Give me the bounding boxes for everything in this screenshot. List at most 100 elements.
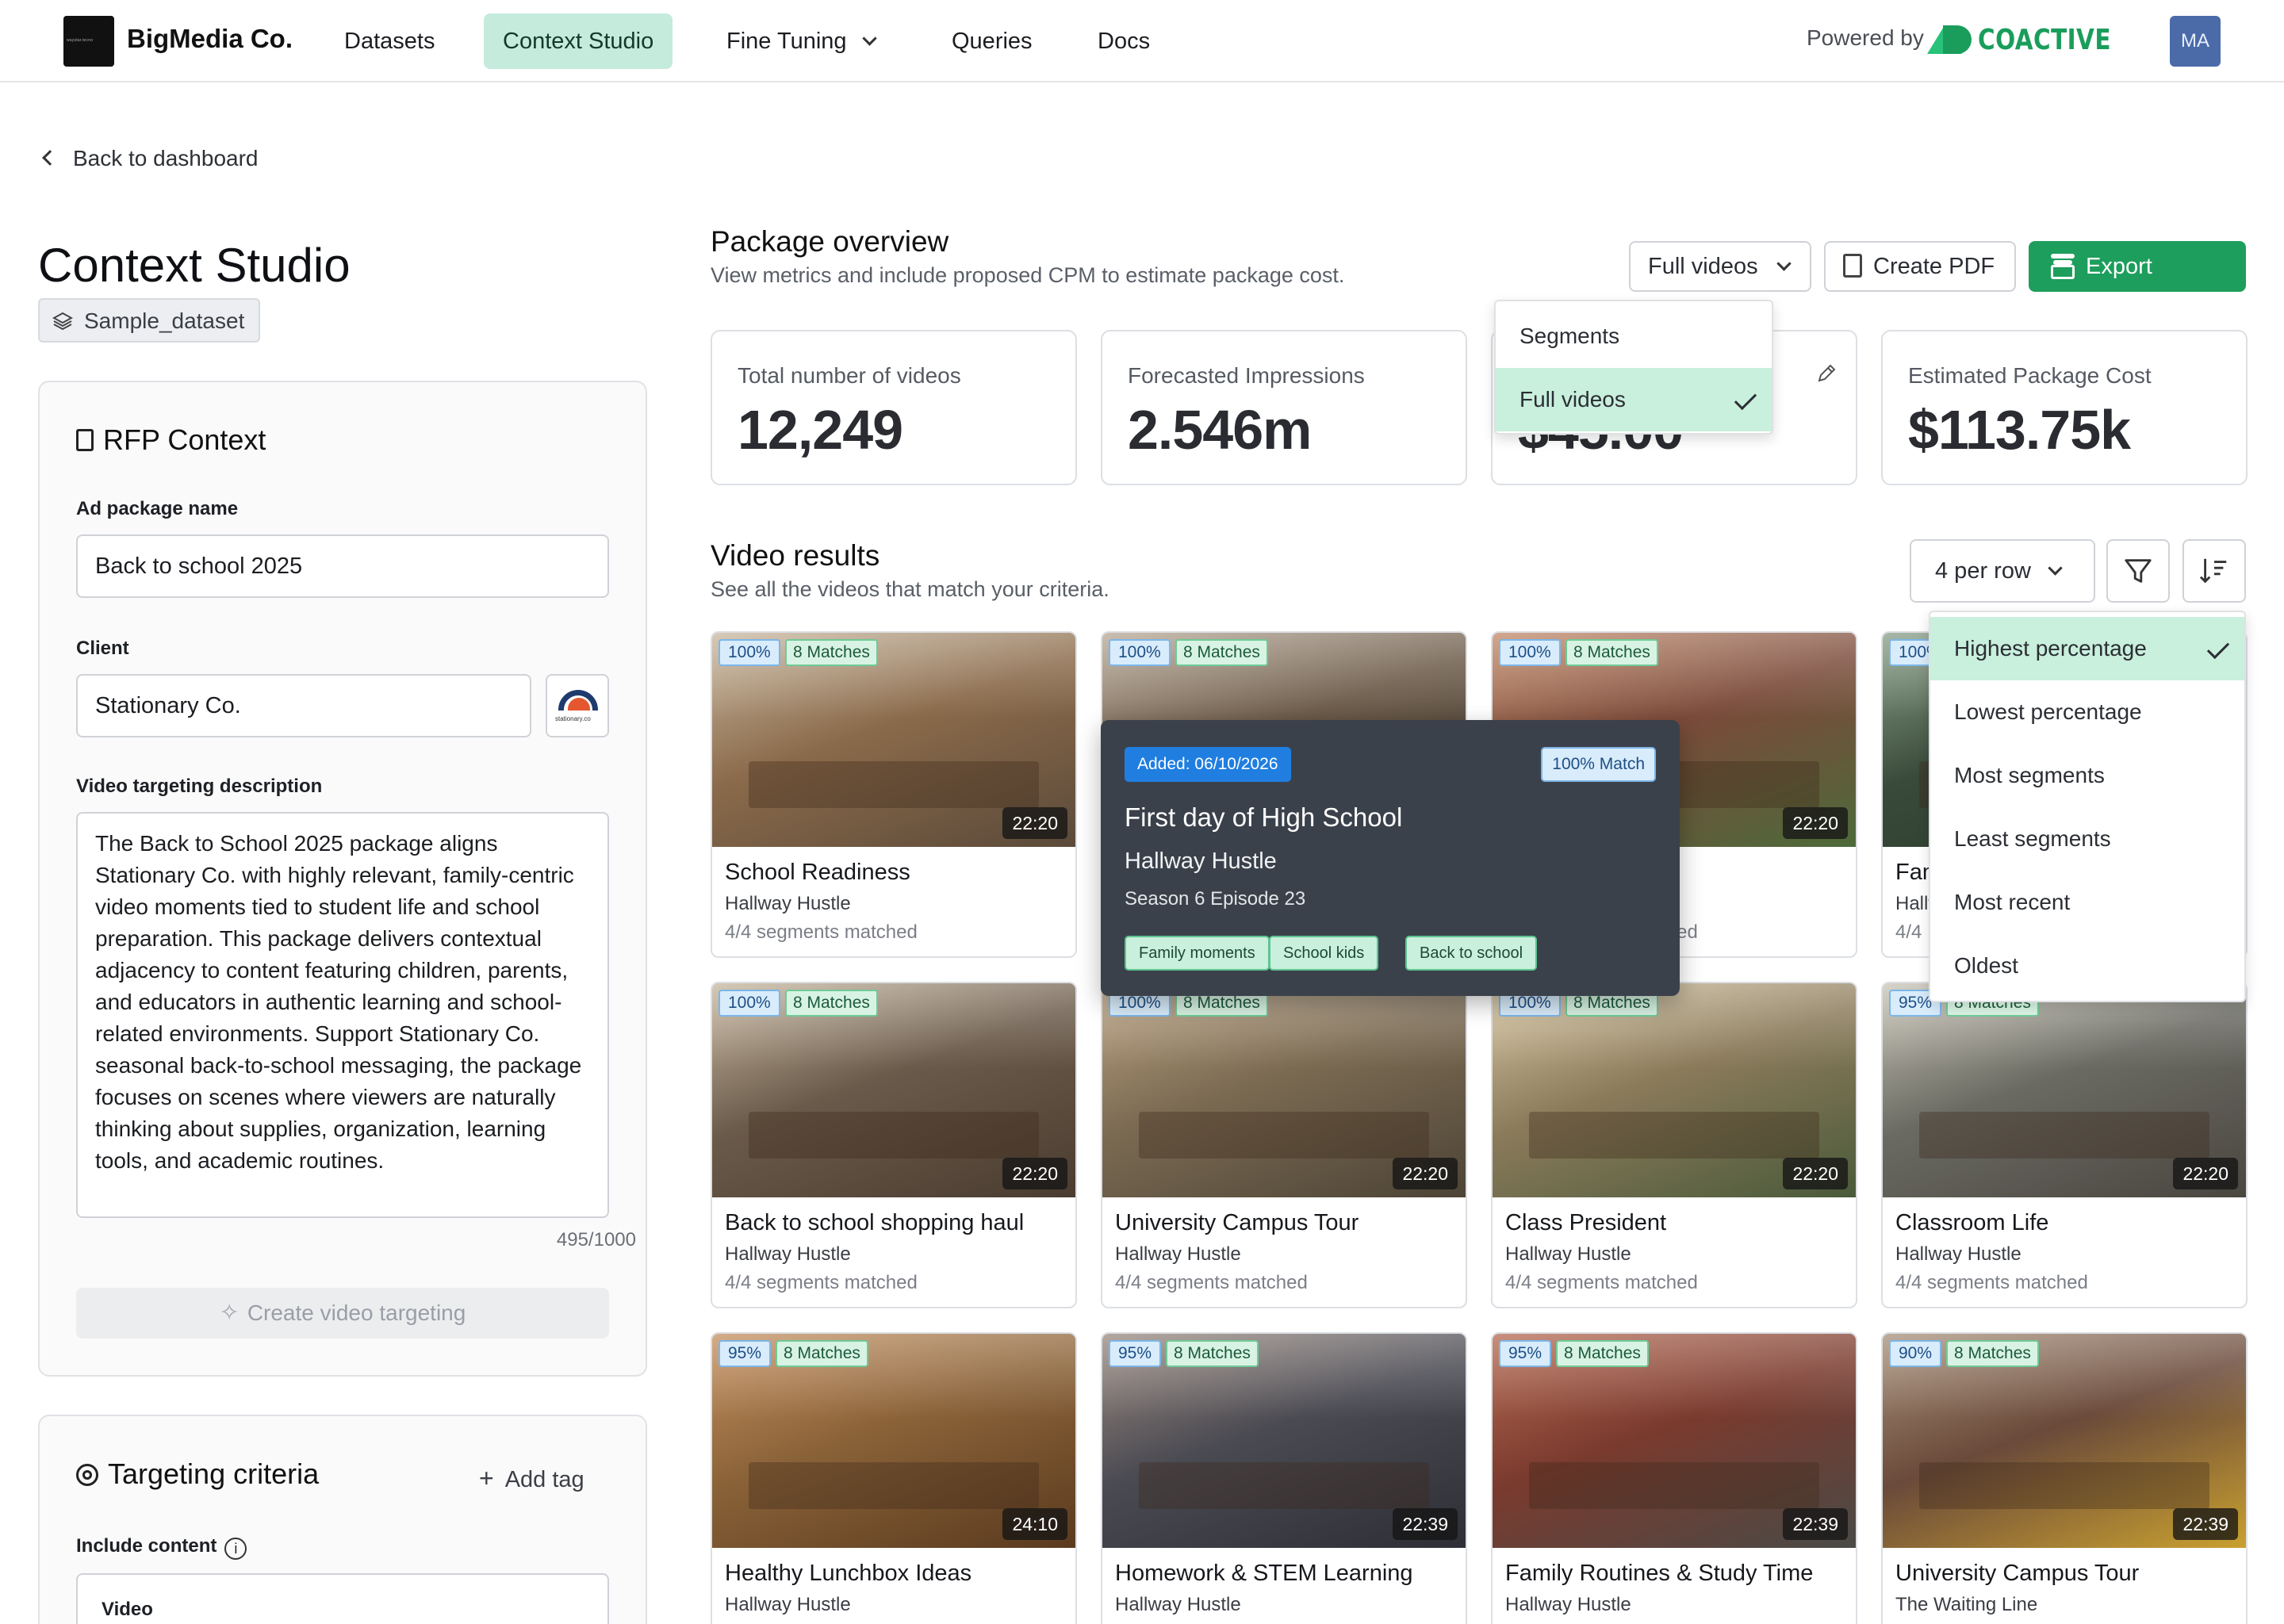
tag-chip[interactable]: Family moments: [1125, 936, 1270, 971]
add-tag-button[interactable]: + Add tag: [479, 1464, 584, 1493]
duration-badge: 22:20: [1002, 1158, 1067, 1189]
option-label: Most segments: [1954, 763, 2105, 787]
duration-badge: 22:39: [2173, 1508, 2238, 1540]
info-icon[interactable]: i: [224, 1538, 247, 1560]
add-tag-label: Add tag: [504, 1467, 584, 1492]
chevron-down-icon: [861, 31, 877, 46]
popover-title: First day of High School: [1125, 802, 1403, 832]
video-card[interactable]: 90% 8 Matches 22:39 University Campus Tour T…: [1881, 1332, 2248, 1624]
segments-matched: 4/4 segments matched: [1115, 1272, 1308, 1293]
video-title: School Readiness: [725, 860, 910, 885]
matches-badge: 8 Matches: [785, 639, 878, 666]
dataset-chip[interactable]: Sample_dataset: [38, 298, 261, 343]
stat-label: Total number of videos: [738, 363, 961, 388]
duration-badge: 22:20: [1783, 807, 1848, 839]
tag-chip[interactable]: Back to school: [1405, 936, 1538, 971]
video-show: Hallway Hustle: [1505, 1594, 1631, 1615]
video-title: Class President: [1505, 1210, 1667, 1235]
sort-option-highest-percentage[interactable]: Highest percentage: [1930, 617, 2244, 680]
video-card[interactable]: 95% 8 Matches 24:10 Healthy Lunchbox Ideas H…: [711, 1332, 1077, 1624]
video-thumbnail: 95% 8 Matches 24:10: [712, 1334, 1075, 1548]
back-link[interactable]: Back to dashboard: [42, 146, 259, 171]
video-card[interactable]: 95% 8 Matches 22:39 Homework & STEM Learnin…: [1101, 1332, 1467, 1624]
video-card[interactable]: 95% 8 Matches 22:39 Family Routines & Study…: [1491, 1332, 1857, 1624]
view-option-segments[interactable]: Segments: [1496, 304, 1772, 368]
segments-matched: 4/4 segments matched: [1895, 1272, 2088, 1293]
video-card[interactable]: 100% 8 Matches 22:20 School Readiness Hallwa…: [711, 631, 1077, 958]
create-pdf-button[interactable]: Create PDF: [1824, 241, 2016, 292]
video-title: University Campus Tour: [1115, 1210, 1359, 1235]
option-label: Full videos: [1519, 387, 1626, 412]
video-card[interactable]: 100% 8 Matches 22:20 University Campus Tour…: [1101, 982, 1467, 1308]
filter-button[interactable]: [2106, 539, 2170, 603]
video-card[interactable]: 100% 8 Matches 22:20 Back to school shoppin…: [711, 982, 1077, 1308]
nav-context-studio[interactable]: Context Studio: [484, 13, 673, 69]
brand-name[interactable]: BigMedia Co.: [127, 24, 293, 54]
nav-queries[interactable]: Queries: [933, 13, 1052, 69]
video-show: Hallway Hustle: [1505, 1243, 1631, 1265]
sort-option-lowest-percentage[interactable]: Lowest percentage: [1930, 680, 2244, 744]
package-name-label: Ad package name: [76, 498, 239, 519]
view-option-full-videos[interactable]: Full videos: [1496, 368, 1772, 431]
nav-label: Fine Tuning: [726, 29, 847, 54]
export-bundle-label: Export bundle: [2086, 254, 2156, 330]
duration-badge: 22:20: [1783, 1158, 1848, 1189]
include-content-input[interactable]: Video: [76, 1573, 609, 1624]
sparkle-icon: ✧: [219, 1300, 240, 1326]
stat-forecasted-impressions: Forecasted Impressions 2.546m: [1101, 330, 1467, 485]
stat-value: $113.75k: [1908, 399, 2131, 461]
match-percent-badge: 100%: [719, 639, 780, 666]
chevron-down-icon: [2048, 561, 2063, 576]
create-video-targeting-button[interactable]: ✧ Create video targeting: [76, 1288, 609, 1339]
stat-label: Forecasted Impressions: [1128, 363, 1365, 388]
pencil-icon[interactable]: [1816, 363, 1837, 384]
export-bundle-button[interactable]: Export bundle: [2029, 241, 2246, 330]
file-icon: [1843, 254, 1862, 278]
video-title: Family Routines & Study Time: [1505, 1561, 1814, 1586]
brand-logo-text: waystar.tecno: [67, 38, 94, 43]
sort-button[interactable]: [2182, 539, 2246, 603]
package-overview-subtitle: View metrics and include proposed CPM to…: [711, 263, 1345, 287]
per-row-label: 4 per row: [1935, 558, 2031, 584]
sort-option-least-segments[interactable]: Least segments: [1930, 807, 2244, 871]
stat-value: 12,249: [738, 399, 903, 461]
per-row-select[interactable]: 4 per row: [1910, 539, 2095, 603]
view-mode-dropdown: Segments Full videos: [1494, 300, 1773, 435]
duration-badge: 22:20: [2173, 1158, 2238, 1189]
nav-datasets[interactable]: Datasets: [325, 13, 454, 69]
check-icon: [1734, 387, 1757, 411]
stat-total-videos: Total number of videos 12,249: [711, 330, 1077, 485]
video-card[interactable]: 100% 8 Matches 22:20 Class President Hallway…: [1491, 982, 1857, 1308]
sort-option-most-segments[interactable]: Most segments: [1930, 744, 2244, 807]
video-title: Healthy Lunchbox Ideas: [725, 1561, 972, 1586]
document-icon: [76, 429, 94, 451]
nav-fine-tuning[interactable]: Fine Tuning: [707, 13, 894, 69]
client-label: Client: [76, 638, 129, 659]
match-percent-badge: 100%: [1499, 639, 1561, 666]
video-title: Homework & STEM Learning: [1115, 1561, 1413, 1586]
package-name-input[interactable]: Back to school 2025: [76, 534, 609, 598]
duration-badge: 22:39: [1393, 1508, 1458, 1540]
char-counter: 495/1000: [556, 1229, 636, 1251]
tag-chip[interactable]: School kids: [1269, 936, 1379, 971]
video-card[interactable]: 95% 8 Matches 22:20 Classroom Life Hallway H…: [1881, 982, 2248, 1308]
video-show: Hallway Hustle: [725, 893, 851, 914]
layers-icon: [52, 312, 73, 331]
description-textarea[interactable]: The Back to School 2025 package aligns S…: [76, 812, 609, 1218]
video-show: Hallway Hustle: [1115, 1594, 1241, 1615]
nav-docs[interactable]: Docs: [1079, 13, 1169, 69]
video-thumbnail: 100%8 Matches 22:20: [712, 633, 1075, 847]
segments-matched: 4/4 segments matched: [725, 1272, 918, 1293]
include-content-input-label: Video: [102, 1599, 153, 1620]
sort-option-most-recent[interactable]: Most recent: [1930, 871, 2244, 934]
sort-option-oldest[interactable]: Oldest: [1930, 934, 2244, 998]
client-logo[interactable]: stationary.co: [546, 674, 609, 737]
avatar[interactable]: MA: [2170, 16, 2221, 67]
brand-logo[interactable]: waystar.tecno: [63, 16, 114, 67]
include-content-label: Include content i: [76, 1535, 247, 1560]
client-input[interactable]: Stationary Co.: [76, 674, 531, 737]
matches-badge: 8 Matches: [785, 990, 878, 1017]
video-show: Hallway Hustle: [1895, 1243, 2021, 1265]
video-thumbnail: 90% 8 Matches 22:39: [1883, 1334, 2246, 1548]
view-mode-select[interactable]: Full videos: [1629, 241, 1811, 292]
